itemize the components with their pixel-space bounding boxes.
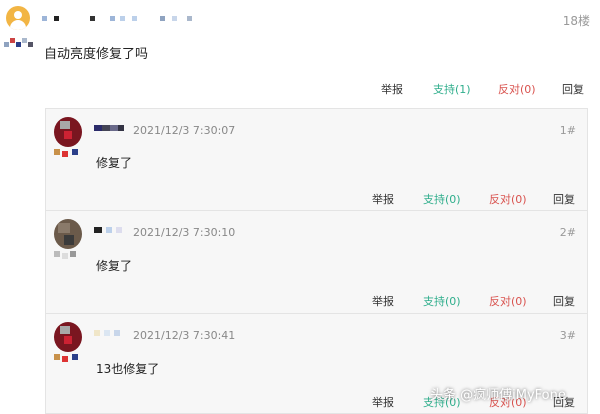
reply-content: 修复了 [96, 156, 133, 170]
user-avatar[interactable] [6, 6, 30, 30]
reply-button[interactable]: 回复 [553, 191, 575, 207]
reply-timestamp: 2021/12/3 7:30:07 [133, 124, 236, 137]
reply-item: 2021/12/3 7:30:07 1# 修复了 举报 支持(0) 反对(0) … [45, 108, 588, 211]
reply-item: 2021/12/3 7:30:10 2# 修复了 举报 支持(0) 反对(0) … [45, 210, 588, 314]
support-button[interactable]: 支持(0) [423, 293, 461, 309]
reply-button[interactable]: 回复 [562, 81, 584, 97]
support-button[interactable]: 支持(1) [433, 81, 471, 97]
reply-button[interactable]: 回复 [553, 293, 575, 309]
floor-number: 18楼 [562, 14, 590, 28]
reply-content: 修复了 [96, 259, 133, 273]
oppose-button[interactable]: 反对(0) [489, 293, 527, 309]
reply-badge-mosaic [54, 354, 84, 366]
reply-username-mosaic [94, 125, 126, 131]
oppose-button[interactable]: 反对(0) [498, 81, 536, 97]
reply-avatar[interactable] [54, 322, 82, 352]
reply-timestamp: 2021/12/3 7:30:10 [133, 226, 236, 239]
reply-timestamp: 2021/12/3 7:30:41 [133, 329, 236, 342]
username-mosaic [42, 14, 202, 24]
watermark: 头条 @疯师傅iMyFone [430, 388, 566, 403]
reply-badge-mosaic [54, 251, 84, 263]
post-content: 自动亮度修复了吗 [44, 47, 149, 62]
reply-username-mosaic [94, 330, 126, 336]
report-button[interactable]: 举报 [372, 293, 394, 309]
reply-floor-number: 1# [559, 124, 576, 137]
user-badge-mosaic [4, 38, 34, 52]
report-button[interactable]: 举报 [381, 81, 403, 97]
oppose-button[interactable]: 反对(0) [489, 191, 527, 207]
reply-floor-number: 2# [559, 226, 576, 239]
reply-avatar[interactable] [54, 117, 82, 147]
reply-content: 13也修复了 [96, 362, 160, 376]
reply-floor-number: 3# [559, 329, 576, 342]
reply-avatar[interactable] [54, 219, 82, 249]
reply-username-mosaic [94, 227, 126, 233]
reply-badge-mosaic [54, 149, 84, 161]
support-button[interactable]: 支持(0) [423, 191, 461, 207]
report-button[interactable]: 举报 [372, 394, 394, 410]
report-button[interactable]: 举报 [372, 191, 394, 207]
